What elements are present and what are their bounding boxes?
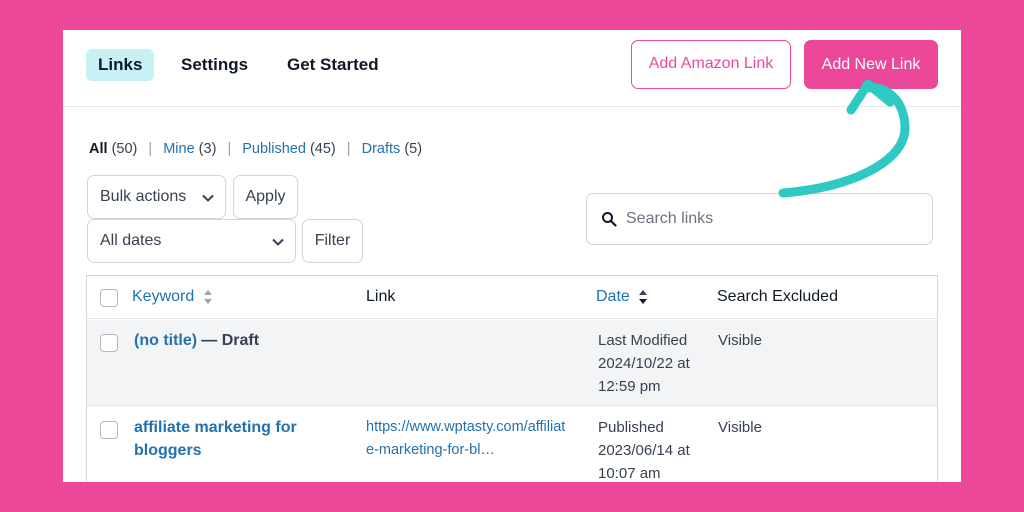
row-checkbox[interactable] bbox=[100, 334, 118, 352]
keyword-cell: (no title) — Draft bbox=[134, 329, 259, 352]
tab-settings[interactable]: Settings bbox=[181, 49, 248, 81]
url-link[interactable]: e-marketing-for-bl… bbox=[366, 439, 565, 462]
date-cell: Last Modified 2024/10/22 at 12:59 pm bbox=[598, 329, 690, 398]
bulk-actions-select[interactable]: Bulk actions bbox=[87, 175, 226, 219]
add-new-link-button[interactable]: Add New Link bbox=[804, 40, 938, 89]
keyword-link[interactable]: (no title) bbox=[134, 332, 197, 349]
bulk-actions-label: Bulk actions bbox=[100, 188, 187, 205]
search-excluded-cell: Visible bbox=[718, 332, 762, 349]
filter-drafts-count: (5) bbox=[404, 141, 423, 157]
date-filter-select[interactable]: All dates bbox=[87, 219, 296, 263]
filter-button[interactable]: Filter bbox=[302, 219, 363, 263]
time-value: 12:59 pm bbox=[598, 378, 661, 395]
url-link[interactable]: https://www.wptasty.com/affiliat bbox=[366, 416, 565, 439]
date-cell: Published 2023/06/14 at 10:07 am bbox=[598, 416, 690, 482]
filter-separator: | bbox=[346, 141, 351, 157]
filter-separator: | bbox=[227, 141, 232, 157]
tab-links[interactable]: Links bbox=[86, 49, 155, 81]
link-column-header: Link bbox=[366, 288, 396, 305]
date-value: 2024/10/22 at bbox=[598, 355, 690, 372]
row-checkbox[interactable] bbox=[100, 421, 118, 439]
sort-icon bbox=[203, 289, 212, 304]
tab-get-started[interactable]: Get Started bbox=[287, 49, 379, 81]
keyword-column-header[interactable]: Keyword bbox=[132, 288, 213, 306]
table-row: affiliate marketing for bloggers https:/… bbox=[87, 407, 937, 482]
keyword-header-label: Keyword bbox=[132, 288, 195, 305]
chevron-down-icon bbox=[202, 194, 214, 202]
search-input[interactable]: Search links bbox=[626, 194, 713, 244]
links-table: Keyword Link Date Search Excluded (no ti… bbox=[86, 275, 938, 482]
apply-button[interactable]: Apply bbox=[233, 175, 298, 219]
filter-all-count: (50) bbox=[111, 141, 138, 157]
filter-mine-count: (3) bbox=[198, 141, 217, 157]
top-nav: Links Settings Get Started Add Amazon Li… bbox=[63, 30, 961, 107]
keyword-link[interactable]: bloggers bbox=[134, 439, 297, 462]
keyword-link[interactable]: affiliate marketing for bbox=[134, 416, 297, 439]
date-header-label: Date bbox=[596, 288, 630, 305]
filter-published-link[interactable]: Published bbox=[242, 141, 306, 157]
date-filter-label: All dates bbox=[100, 232, 162, 249]
chevron-down-icon bbox=[272, 238, 284, 246]
filter-published-count: (45) bbox=[309, 141, 336, 157]
filter-all-label[interactable]: All bbox=[89, 141, 108, 157]
link-cell: https://www.wptasty.com/affiliat e-marke… bbox=[366, 416, 565, 462]
sort-desc-icon bbox=[639, 289, 648, 304]
time-value: 10:07 am bbox=[598, 465, 661, 482]
table-row: (no title) — Draft Last Modified 2024/10… bbox=[87, 320, 937, 406]
table-header: Keyword Link Date Search Excluded bbox=[87, 276, 937, 319]
filter-drafts-link[interactable]: Drafts bbox=[362, 141, 401, 157]
date-status: Published bbox=[598, 419, 664, 436]
draft-label: — Draft bbox=[201, 332, 260, 349]
search-box[interactable]: Search links bbox=[586, 193, 933, 245]
select-all-checkbox[interactable] bbox=[100, 289, 118, 307]
links-admin-panel: Links Settings Get Started Add Amazon Li… bbox=[63, 30, 961, 482]
keyword-cell: affiliate marketing for bloggers bbox=[134, 416, 297, 462]
add-amazon-link-button[interactable]: Add Amazon Link bbox=[631, 40, 791, 89]
search-excluded-cell: Visible bbox=[718, 419, 762, 436]
filter-mine-link[interactable]: Mine bbox=[163, 141, 194, 157]
search-icon bbox=[602, 212, 617, 227]
filter-separator: | bbox=[148, 141, 153, 157]
search-excluded-column-header: Search Excluded bbox=[717, 288, 838, 305]
date-column-header[interactable]: Date bbox=[596, 288, 648, 306]
date-value: 2023/06/14 at bbox=[598, 442, 690, 459]
date-status: Last Modified bbox=[598, 332, 688, 349]
status-filters: All (50) | Mine (3) | Published (45) | D… bbox=[89, 141, 422, 157]
